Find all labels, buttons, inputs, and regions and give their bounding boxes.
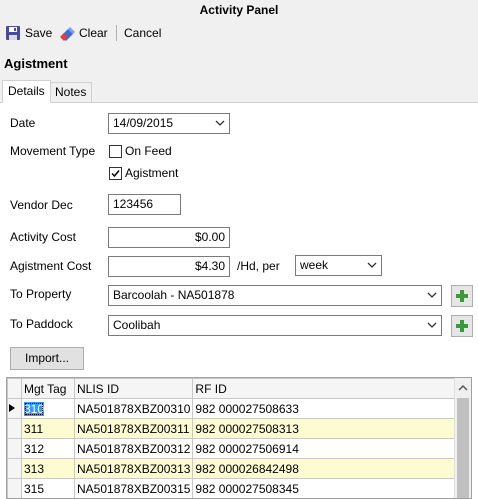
agistment-label: Agistment	[125, 166, 179, 180]
mgt-tag-cell[interactable]: 312	[21, 438, 75, 459]
plus-icon	[456, 290, 468, 302]
rf-id-cell[interactable]: 982 000027508633	[192, 398, 462, 419]
activity-cost-label: Activity Cost	[10, 230, 77, 244]
row-header[interactable]	[7, 438, 22, 459]
rf-id-cell[interactable]: 982 000027508345	[192, 478, 462, 498]
on-feed-label: On Feed	[125, 144, 172, 158]
table-row[interactable]: 311 NA501878XBZ00311 982 000027508313	[7, 418, 462, 439]
to-property-label: To Property	[10, 287, 72, 301]
toolbar: Save Clear Cancel	[0, 20, 478, 46]
activity-cost-input[interactable]: $0.00	[108, 227, 230, 248]
nlis-id-cell[interactable]: NA501878XBZ00311	[73, 418, 194, 439]
on-feed-checkbox[interactable]	[109, 145, 122, 158]
row-header[interactable]	[7, 478, 22, 498]
grid-scrollbar[interactable]	[454, 378, 471, 498]
cancel-label: Cancel	[124, 26, 162, 40]
to-paddock-select[interactable]: Coolibah	[108, 315, 442, 336]
agistment-checkbox[interactable]	[109, 167, 122, 180]
chevron-down-icon	[427, 292, 437, 298]
period-value: week	[300, 258, 329, 272]
date-picker[interactable]: 14/09/2015	[108, 113, 230, 134]
column-header-mgt-tag[interactable]: Mgt Tag	[21, 378, 75, 399]
grid-header-row: Mgt Tag NLIS ID RF ID	[7, 378, 462, 399]
nlis-id-cell[interactable]: NA501878XBZ00310	[73, 398, 194, 419]
rf-id-cell[interactable]: 982 000026842498	[192, 458, 462, 479]
table-row[interactable]: 312 NA501878XBZ00312 982 000027506914	[7, 438, 462, 459]
window-title: Activity Panel	[0, 0, 478, 20]
date-label: Date	[10, 116, 36, 130]
save-label: Save	[25, 26, 53, 40]
period-select[interactable]: week	[295, 255, 382, 276]
agistment-cost-label: Agistment Cost	[10, 259, 92, 273]
to-property-select[interactable]: Barcoolah - NA501878	[108, 285, 442, 306]
movement-type-label: Movement Type	[10, 144, 96, 158]
table-row[interactable]: 315 NA501878XBZ00315 982 000027508345	[7, 478, 462, 498]
selected-cell-text: 310	[24, 401, 45, 416]
clear-button[interactable]: Clear	[59, 24, 108, 42]
mgt-tag-cell[interactable]: 310	[21, 398, 75, 419]
agistment-cost-input[interactable]: $4.30	[108, 256, 230, 277]
mgt-tag-cell[interactable]: 313	[21, 458, 75, 479]
tab-bar: Details Notes	[0, 80, 478, 103]
nlis-id-cell[interactable]: NA501878XBZ00315	[73, 478, 194, 498]
nlis-id-cell[interactable]: NA501878XBZ00312	[73, 438, 194, 459]
clear-label: Clear	[79, 26, 108, 40]
table-row[interactable]: 313 NA501878XBZ00313 982 000026842498	[7, 458, 462, 479]
row-header-corner	[7, 378, 22, 399]
panel-title: Agistment	[4, 56, 68, 71]
nlis-id-cell[interactable]: NA501878XBZ00313	[73, 458, 194, 479]
floppy-disk-icon	[6, 26, 20, 40]
rf-id-cell[interactable]: 982 000027508313	[192, 418, 462, 439]
toolbar-separator	[116, 25, 117, 41]
to-paddock-value: Coolibah	[113, 318, 161, 332]
table-row[interactable]: 310 NA501878XBZ00310 982 000027508633	[7, 398, 462, 419]
add-property-button[interactable]	[451, 285, 473, 307]
tab-details[interactable]: Details	[2, 80, 51, 103]
row-header[interactable]	[7, 458, 22, 479]
checkmark-icon	[111, 170, 120, 178]
current-row-arrow-icon	[9, 403, 15, 412]
to-property-value: Barcoolah - NA501878	[113, 288, 235, 302]
column-header-rf-id[interactable]: RF ID	[192, 378, 462, 399]
rf-id-cell[interactable]: 982 000027506914	[192, 438, 462, 459]
tab-notes[interactable]: Notes	[49, 82, 93, 102]
animals-grid[interactable]: Mgt Tag NLIS ID RF ID 310 NA501878XBZ003…	[6, 377, 472, 499]
date-value: 14/09/2015	[113, 116, 174, 130]
mgt-tag-cell[interactable]: 311	[21, 418, 75, 439]
eraser-icon	[60, 27, 75, 41]
mgt-tag-cell[interactable]: 315	[21, 478, 75, 498]
to-paddock-label: To Paddock	[10, 317, 73, 331]
row-header[interactable]	[7, 418, 22, 439]
vendor-dec-label: Vendor Dec	[10, 198, 73, 212]
import-button[interactable]: Import...	[10, 347, 84, 370]
cancel-button[interactable]: Cancel	[124, 24, 161, 42]
column-header-nlis-id[interactable]: NLIS ID	[73, 378, 194, 399]
chevron-down-icon	[215, 120, 225, 126]
row-header[interactable]	[7, 398, 22, 419]
add-paddock-button[interactable]	[451, 315, 473, 337]
vendor-dec-input[interactable]: 123456	[108, 194, 181, 215]
per-label: /Hd, per	[237, 259, 280, 273]
chevron-down-icon	[367, 262, 377, 268]
plus-icon	[456, 320, 468, 332]
save-button[interactable]: Save	[5, 24, 52, 42]
chevron-down-icon	[427, 322, 437, 328]
scroll-thumb[interactable]	[457, 398, 469, 498]
scroll-up-arrow-icon[interactable]	[455, 381, 471, 395]
